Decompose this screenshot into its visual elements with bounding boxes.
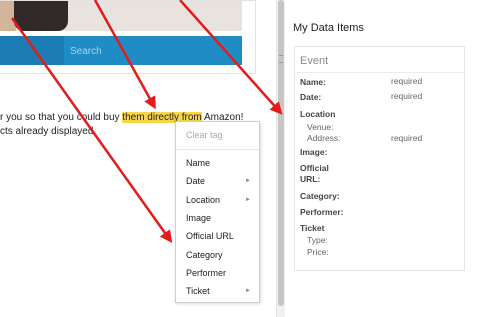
menu-item-label: Location [186,195,221,205]
context-menu-item-name[interactable]: Name [176,154,259,172]
menu-item-label: Performer [186,268,227,278]
field-date-required: required [391,91,423,101]
field-date-label: Date: [300,92,322,102]
field-official-label: Official [300,163,329,173]
splitter-grip-icon[interactable] [279,55,283,63]
field-image-label: Image: [300,147,328,157]
field-name-label: Name: [300,77,326,87]
menu-item-label: Name [186,158,211,168]
field-address-required: required [391,133,423,143]
scrollbar-thumb[interactable] [278,0,284,306]
event-card-divider [295,72,464,73]
search-input[interactable] [70,43,220,59]
search-bar [0,36,242,65]
menu-item-label: Official URL [186,231,234,241]
context-menu-item-date[interactable]: Date ► [176,172,259,190]
menu-item-label: Ticket [186,286,210,296]
context-menu-item-category[interactable]: Category [176,246,259,264]
context-menu-item-image[interactable]: Image [176,209,259,227]
event-card: Event Name: required Date: required Loca… [294,46,465,271]
body-text-line-2: cts already displayed. [0,126,97,137]
menu-item-label: Date [186,176,206,186]
submenu-arrow-icon: ► [245,178,251,184]
submenu-arrow-icon: ► [245,288,251,294]
context-menu-divider [176,149,259,150]
panel-title: My Data Items [293,22,364,34]
field-venue-label: Venue: [307,122,334,132]
body-text-before: r you so that you could buy [0,112,123,123]
field-category-label: Category: [300,191,340,201]
data-items-panel: My Data Items Event Name: required Date:… [285,0,486,317]
page-header-card [0,0,256,74]
submenu-arrow-icon: ► [245,197,251,203]
header-photo [0,1,242,31]
web-page: r you so that you could buy them directl… [0,0,276,317]
field-location-label: Location [300,109,336,119]
field-name-required: required [391,76,423,86]
menu-item-label: Category [186,250,223,260]
field-url-label: URL: [300,174,321,184]
context-menu-item-ticket[interactable]: Ticket ► [176,282,259,300]
menu-item-label: Image [186,213,212,223]
context-menu: Clear tag Name Date ► Location ► Image Off… [175,121,260,303]
context-menu-item-location[interactable]: Location ► [176,191,259,209]
field-type-label: Type: [307,235,328,245]
field-address-label: Address: [307,133,341,143]
field-performer-label: Performer: [300,207,344,217]
field-ticket-label: Ticket [300,223,325,233]
search-bar-segment[interactable] [0,36,64,65]
context-menu-item-performer[interactable]: Performer [176,264,259,282]
event-card-title: Event [300,55,329,67]
context-menu-item-official-url[interactable]: Official URL [176,227,259,245]
page-scrollbar[interactable] [276,0,285,317]
field-price-label: Price: [307,247,329,257]
context-menu-clear-tag[interactable]: Clear tag [176,126,259,144]
